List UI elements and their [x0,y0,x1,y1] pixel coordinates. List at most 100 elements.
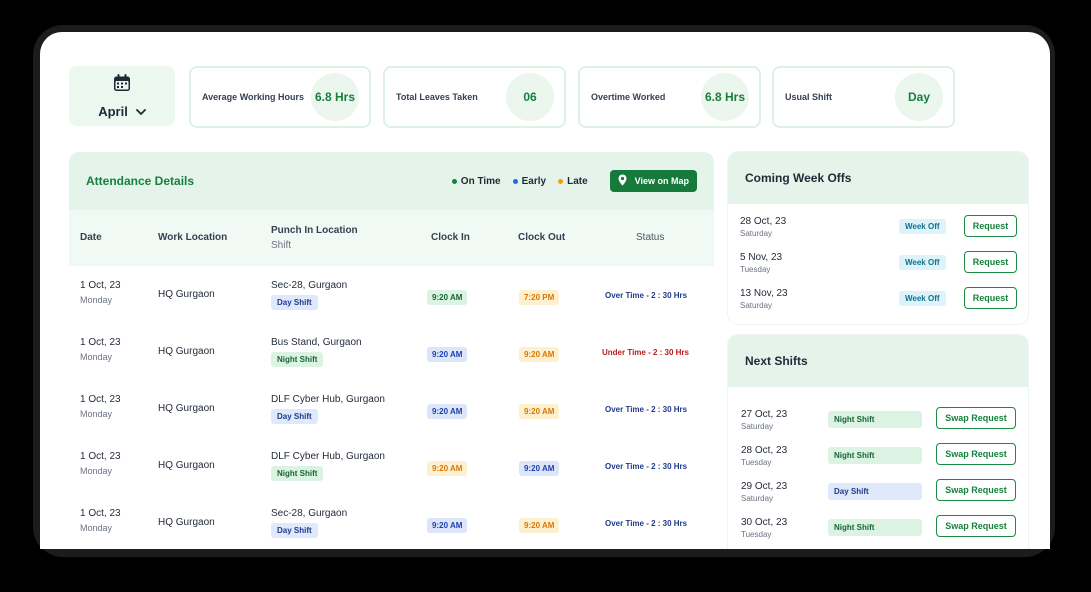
legend-late: Late [558,176,588,187]
week-off-date: 13 Nov, 23 [740,288,788,299]
clock-in-pill: 9:20 AM [427,518,468,533]
clock-out-pill: 9:20 AM [519,404,560,419]
row-status: Over Time - 2 : 30 Hrs [605,462,688,471]
stat-value: Day [895,73,943,121]
clock-in-pill: 9:20 AM [427,461,468,476]
shift-date: 29 Oct, 23 [741,481,788,492]
week-off-badge: Week Off [899,291,946,306]
month-selector[interactable]: April [69,66,175,126]
clock-out-pill: 9:20 AM [519,461,560,476]
table-row[interactable]: 1 Oct, 23 Monday HQ Gurgaon Sec-28, Gurga… [69,266,714,323]
stat-label: Total Leaves Taken [396,92,478,102]
row-status: Under Time - 2 : 30 Hrs [602,348,689,357]
chevron-down-icon [135,104,146,119]
clock-in-pill: 9:20 AM [427,404,468,419]
week-off-day: Saturday [740,301,773,310]
clock-in-pill: 9:20 AM [427,347,468,362]
legend-on-time: On Time [451,175,501,187]
swap-request-button[interactable]: Swap Request [936,479,1016,501]
row-punch-location: DLF Cyber Hub, Gurgaon [271,451,385,462]
row-day: Monday [80,409,113,419]
view-on-map-button[interactable]: View on Map [609,170,697,192]
shift-tag: Night Shift [271,466,324,481]
legend-label: Early [521,175,547,187]
table-row[interactable]: 1 Oct, 23 Monday HQ Gurgaon Sec-28, Gurga… [69,494,714,549]
week-off-date: 28 Oct, 23 [740,216,787,227]
row-status: Over Time - 2 : 30 Hrs [605,519,688,528]
row-date: 1 Oct, 23 [80,280,121,291]
row-date: 1 Oct, 23 [80,394,121,405]
week-off-badge: Week Off [899,255,946,270]
shift-tag: Day Shift [271,409,318,424]
request-button[interactable]: Request [964,251,1017,273]
table-row[interactable]: 1 Oct, 23 Monday HQ Gurgaon DLF Cyber Hub… [69,437,714,494]
map-pin-icon [618,174,627,188]
table-row[interactable]: 1 Oct, 23 Monday HQ Gurgaon Bus Stand, Gu… [69,323,714,380]
shift-badge: Night Shift [828,447,922,464]
clock-out-pill: 9:20 AM [519,347,560,362]
early-dot-icon [512,178,518,184]
late-dot-icon [558,178,564,184]
column-header-punch-in-location: Punch In Location [271,225,358,236]
shift-date: 30 Oct, 23 [741,517,788,528]
request-button[interactable]: Request [964,287,1017,309]
swap-request-button[interactable]: Swap Request [936,443,1016,465]
clock-in-pill: 9:20 AM [427,290,468,305]
view-on-map-label: View on Map [634,176,689,186]
legend-label: On Time [460,175,501,187]
swap-request-button[interactable]: Swap Request [936,407,1016,429]
row-day: Monday [80,352,113,362]
row-day: Monday [80,466,113,476]
shift-tag: Day Shift [271,523,318,538]
list-item: 13 Nov, 23 Saturday Week Off Request [728,280,1028,316]
shift-date: 28 Oct, 23 [741,445,788,456]
attendance-title: Attendance Details [86,174,195,188]
shift-tag: Day Shift [271,295,318,310]
row-day: Monday [80,295,113,305]
row-date: 1 Oct, 23 [80,508,121,519]
row-date: 1 Oct, 23 [80,451,121,462]
stat-card-overtime-worked: Overtime Worked 6.8 Hrs [578,66,761,128]
request-button[interactable]: Request [964,215,1017,237]
row-punch-location: Sec-28, Gurgaon [271,508,348,519]
shift-badge: Night Shift [828,519,922,536]
week-off-badge: Week Off [899,219,946,234]
shift-day: Saturday [741,422,774,431]
row-punch-location: Bus Stand, Gurgaon [271,337,362,348]
list-item: 28 Oct, 23 Saturday Week Off Request [728,208,1028,244]
stat-label: Overtime Worked [591,92,666,102]
row-date: 1 Oct, 23 [80,337,121,348]
stat-value: 06 [506,73,554,121]
shift-badge: Night Shift [828,411,922,428]
dashboard-screen: April Average Working Hours 6.8 Hrs Tota… [40,32,1050,549]
column-header-status: Status [636,232,665,243]
shift-day: Tuesday [741,458,772,467]
list-item: 27 Oct, 23 Saturday Night Shift Swap Req… [728,401,1028,437]
stat-value: 6.8 Hrs [311,73,359,121]
stat-value: 6.8 Hrs [701,73,749,121]
week-off-day: Saturday [740,229,773,238]
row-work-location: HQ Gurgaon [158,289,215,300]
row-status: Over Time - 2 : 30 Hrs [605,405,688,414]
column-header-work-location: Work Location [158,232,228,243]
next-shifts-title: Next Shifts [728,335,1028,387]
week-offs-panel: Coming Week Offs 28 Oct, 23 Saturday Wee… [728,152,1028,324]
column-header-clock-in: Clock In [431,232,470,243]
swap-request-button[interactable]: Swap Request [936,515,1016,537]
row-work-location: HQ Gurgaon [158,460,215,471]
list-item: 5 Nov, 23 Tuesday Week Off Request [728,244,1028,280]
table-header: Date Work Location Punch In Location Shi… [69,210,714,266]
status-legend: On Time Early Late [451,175,588,187]
week-off-date: 5 Nov, 23 [740,252,783,263]
shift-tag: Night Shift [271,352,324,367]
shift-badge: Day Shift [828,483,922,500]
list-item: 29 Oct, 23 Saturday Day Shift Swap Reque… [728,473,1028,509]
stat-card-average-working-hours: Average Working Hours 6.8 Hrs [189,66,371,128]
row-status: Over Time - 2 : 30 Hrs [605,291,688,300]
stat-label: Average Working Hours [202,92,305,102]
column-header-shift: Shift [271,240,292,251]
table-row[interactable]: 1 Oct, 23 Monday HQ Gurgaon DLF Cyber Hub… [69,380,714,437]
stat-card-usual-shift: Usual Shift Day [772,66,955,128]
attendance-panel: Attendance Details On Time Early Late Vi… [69,152,714,549]
row-day: Monday [80,523,113,533]
